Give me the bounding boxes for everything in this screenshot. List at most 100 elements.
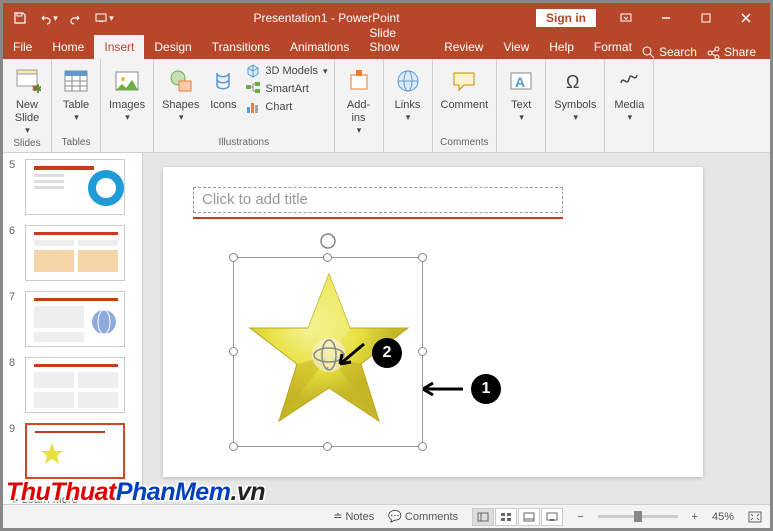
- tab-review[interactable]: Review: [434, 35, 493, 59]
- slideshow-view-button[interactable]: [541, 508, 563, 526]
- notes-button[interactable]: ≐ Notes: [333, 510, 374, 523]
- group-media-label: [611, 137, 647, 150]
- slide-thumb-9[interactable]: [25, 423, 125, 479]
- share-button[interactable]: Share: [707, 45, 756, 59]
- media-icon: [613, 65, 645, 97]
- start-from-beginning-button[interactable]: ▾: [91, 5, 117, 31]
- shapes-button[interactable]: Shapes▾: [160, 63, 201, 125]
- icons-label: Icons: [210, 99, 236, 112]
- tab-home[interactable]: Home: [42, 35, 94, 59]
- group-links-label: [390, 137, 426, 150]
- comment-button[interactable]: Comment: [439, 63, 491, 114]
- group-illustrations-label: Illustrations: [160, 137, 327, 150]
- smartart-icon: [245, 81, 261, 97]
- thumb-num-8: 8: [9, 357, 19, 369]
- chart-label: Chart: [265, 101, 292, 113]
- images-button[interactable]: Images▾: [107, 63, 147, 125]
- fit-to-window-button[interactable]: [748, 511, 762, 523]
- slide-thumb-8[interactable]: [25, 357, 125, 413]
- resize-handle-br[interactable]: [418, 442, 427, 451]
- title-placeholder[interactable]: Click to add title: [193, 187, 563, 213]
- icons-button[interactable]: Icons: [205, 63, 241, 114]
- table-button[interactable]: Table▾: [58, 63, 94, 125]
- minimize-button[interactable]: [646, 5, 686, 31]
- slide-thumb-7[interactable]: [25, 291, 125, 347]
- resize-handle-bl[interactable]: [229, 442, 238, 451]
- links-button[interactable]: Links▾: [390, 63, 426, 125]
- media-label: Media: [614, 99, 644, 112]
- resize-handle-bm[interactable]: [323, 442, 332, 451]
- tab-animations[interactable]: Animations: [280, 35, 359, 59]
- status-bar: ≐ Notes 💬 Comments − + 45%: [3, 504, 770, 528]
- tab-help[interactable]: Help: [539, 35, 584, 59]
- resize-handle-ml[interactable]: [229, 347, 238, 356]
- slide[interactable]: Click to add title: [163, 167, 703, 477]
- callout-2-bubble: 2: [372, 338, 402, 368]
- zoom-in-button[interactable]: +: [692, 511, 698, 523]
- quick-access-toolbar: ▾ ▾: [7, 5, 117, 31]
- text-button[interactable]: A Text▾: [503, 63, 539, 125]
- media-button[interactable]: Media▾: [611, 63, 647, 125]
- resize-handle-tr[interactable]: [418, 253, 427, 262]
- group-addins-label: [341, 138, 377, 151]
- addins-button[interactable]: Add- ins▾: [341, 63, 377, 138]
- resize-handle-tl[interactable]: [229, 253, 238, 262]
- smartart-button[interactable]: SmartArt: [245, 81, 327, 97]
- group-slides-label: Slides: [9, 138, 45, 151]
- zoom-out-button[interactable]: −: [577, 511, 583, 523]
- tab-file[interactable]: File: [3, 35, 42, 59]
- tab-format[interactable]: Format: [584, 35, 642, 59]
- title-underline: [193, 217, 563, 219]
- search-label: Search: [659, 45, 697, 59]
- smartart-label: SmartArt: [265, 83, 308, 95]
- zoom-slider[interactable]: [598, 515, 678, 518]
- tab-view[interactable]: View: [493, 35, 539, 59]
- table-label: Table: [63, 99, 89, 112]
- tab-design[interactable]: Design: [144, 35, 201, 59]
- new-slide-button[interactable]: ✱ New Slide▾: [9, 63, 45, 138]
- 3d-models-button[interactable]: 3D Models ▾: [245, 63, 327, 79]
- icons-icon: [207, 65, 239, 97]
- tab-transitions[interactable]: Transitions: [202, 35, 280, 59]
- new-slide-label: New Slide: [15, 99, 39, 125]
- normal-view-button[interactable]: [472, 508, 494, 526]
- slide-panel[interactable]: 5 6 7 8 9 ▸ Learn More: [3, 153, 143, 504]
- learn-more-link[interactable]: ▸ Learn More: [9, 489, 136, 504]
- slide-thumb-6[interactable]: [25, 225, 125, 281]
- reading-view-button[interactable]: [518, 508, 540, 526]
- window-title: Presentation1 - PowerPoint: [117, 11, 536, 25]
- save-button[interactable]: [7, 5, 33, 31]
- sign-in-button[interactable]: Sign in: [536, 9, 596, 27]
- chart-button[interactable]: Chart: [245, 99, 327, 115]
- tab-insert[interactable]: Insert: [94, 35, 144, 59]
- group-images-label: [107, 137, 147, 150]
- links-icon: [392, 65, 424, 97]
- thumb-num-7: 7: [9, 291, 19, 303]
- workspace: 5 6 7 8 9 ▸ Learn More Click to add titl…: [3, 153, 770, 504]
- new-slide-icon: ✱: [11, 65, 43, 97]
- zoom-level[interactable]: 45%: [712, 511, 734, 523]
- zoom-thumb[interactable]: [634, 511, 642, 522]
- group-tables-label: Tables: [58, 137, 94, 150]
- thumb-num-6: 6: [9, 225, 19, 237]
- resize-handle-mr[interactable]: [418, 347, 427, 356]
- thumb-num-9: 9: [9, 423, 19, 435]
- slide-thumb-5[interactable]: [25, 159, 125, 215]
- tab-slide-show[interactable]: Slide Show: [359, 21, 434, 59]
- symbols-button[interactable]: Ω Symbols▾: [552, 63, 598, 125]
- redo-button[interactable]: [63, 5, 89, 31]
- rotation-handle[interactable]: [319, 232, 337, 250]
- sorter-view-button[interactable]: [495, 508, 517, 526]
- comment-icon: [448, 65, 480, 97]
- close-button[interactable]: [726, 5, 766, 31]
- ribbon-options-button[interactable]: [606, 5, 646, 31]
- slide-canvas[interactable]: Click to add title: [143, 153, 770, 504]
- undo-button[interactable]: ▾: [35, 5, 61, 31]
- thumb-num-5: 5: [9, 159, 19, 171]
- resize-handle-tm[interactable]: [323, 253, 332, 262]
- search-button[interactable]: Search: [642, 45, 697, 59]
- comments-button[interactable]: 💬 Comments: [388, 510, 458, 523]
- 3d-models-icon: [245, 63, 261, 79]
- callout-1: 1: [423, 374, 501, 404]
- maximize-button[interactable]: [686, 5, 726, 31]
